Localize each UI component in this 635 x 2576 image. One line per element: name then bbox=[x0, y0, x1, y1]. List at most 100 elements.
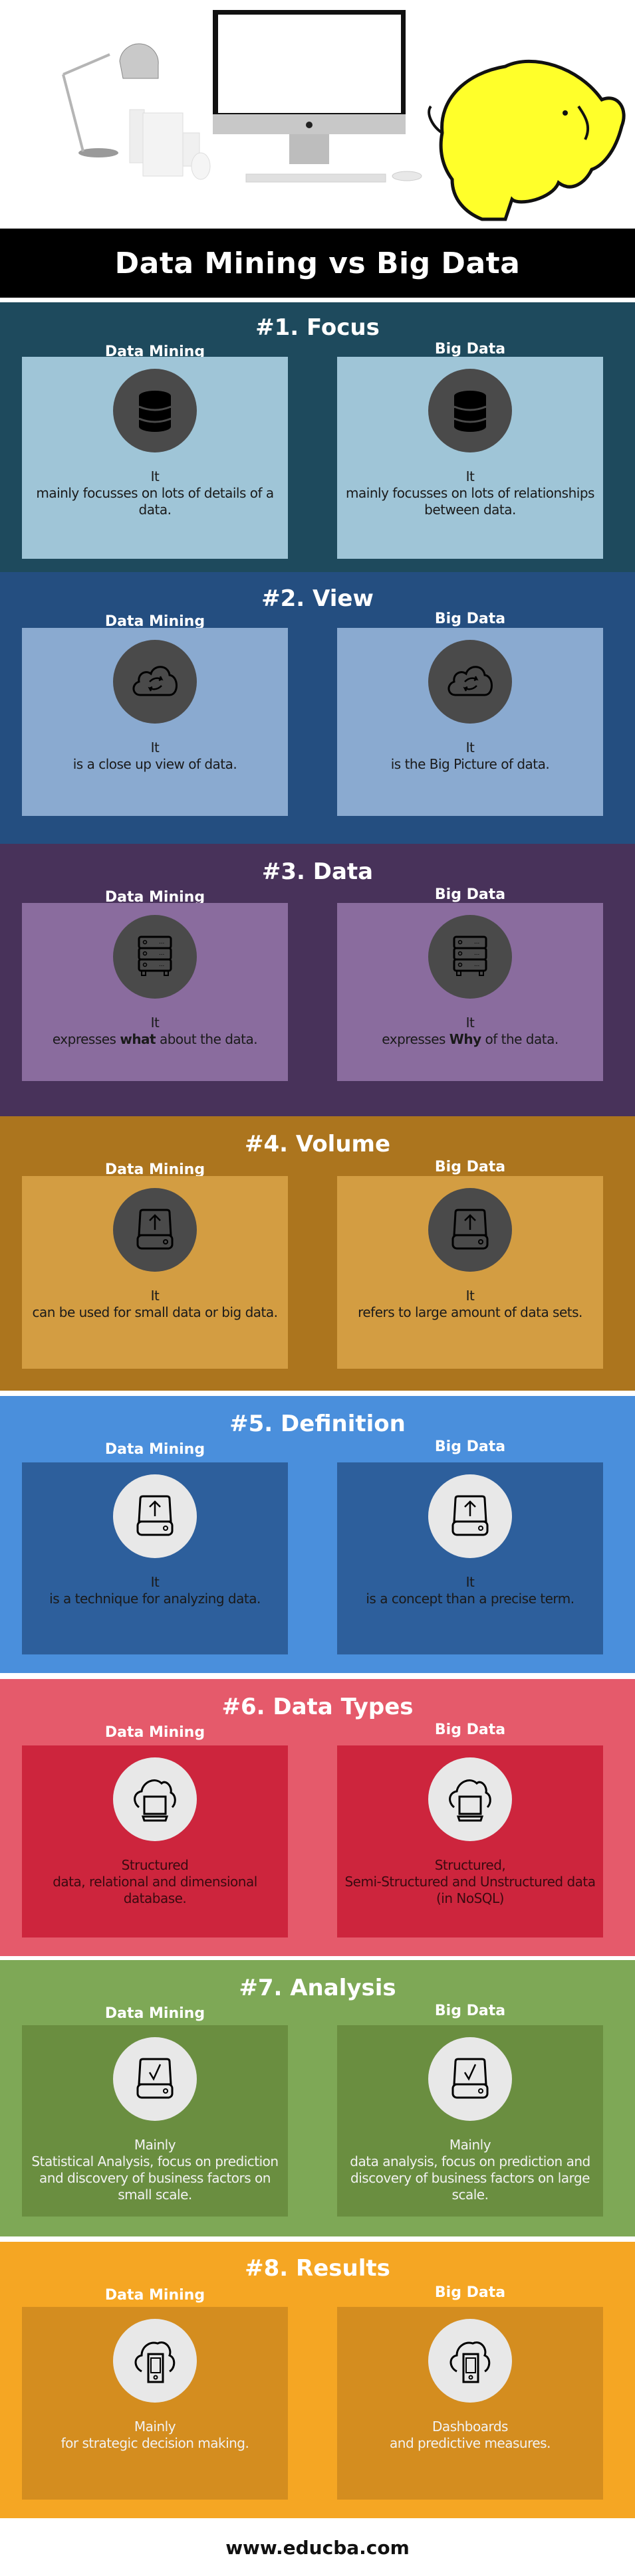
column-heading-big-data: Big Data bbox=[434, 341, 506, 357]
column-heading-data-mining: Data Mining bbox=[104, 1724, 205, 1741]
data-mining-card: Mainly for strategic decision making. bbox=[22, 2307, 288, 2500]
svg-text:...: ... bbox=[159, 938, 164, 945]
column-heading-big-data: Big Data bbox=[434, 1159, 506, 1175]
data-mining-card: It mainly focusses on lots of details of … bbox=[22, 357, 288, 559]
server-icon: ......... bbox=[113, 915, 197, 999]
drive-upload-icon bbox=[428, 1474, 512, 1558]
description-text: refers to large amount of data sets. bbox=[358, 1304, 582, 1320]
description-emphasis: Why bbox=[449, 1031, 481, 1047]
description-text: expresses what about the data. bbox=[29, 1031, 281, 1048]
card-description: It refers to large amount of data sets. bbox=[344, 1288, 596, 1321]
description-text: is a technique for analyzing data. bbox=[49, 1591, 261, 1607]
description-lead: Structured bbox=[121, 1857, 189, 1873]
section-2: #2. View Data Mining It is a close up view … bbox=[0, 572, 635, 844]
section-title: #4. Volume bbox=[244, 1131, 391, 1157]
big-data-card: It refers to large amount of data sets. bbox=[337, 1176, 603, 1369]
data-mining-card: It is a close up view of data. bbox=[22, 628, 288, 816]
database-icon bbox=[428, 369, 512, 452]
card-description: Structured, Semi-Structured and Unstructu… bbox=[344, 1857, 596, 1907]
data-mining-card: ......... It expresses what about the data… bbox=[22, 903, 288, 1081]
section-title: #6. Data Types bbox=[221, 1694, 414, 1720]
column-heading-data-mining: Data Mining bbox=[104, 2005, 205, 2022]
card-description: It is the Big Picture of data. bbox=[344, 740, 596, 773]
big-data-card: It mainly focusses on lots of relationshi… bbox=[337, 357, 603, 559]
description-text: Semi-Structured and Unstructured data (i… bbox=[344, 1874, 596, 1906]
section-title: #2. View bbox=[261, 585, 374, 612]
drive-upload-icon bbox=[428, 1188, 512, 1272]
section-title: #1. Focus bbox=[255, 314, 380, 341]
description-text: mainly focusses on lots of relationships… bbox=[346, 485, 594, 518]
section-3: #3. Data Data Mining......... It expresses … bbox=[0, 844, 635, 1116]
section-7: #7. Analysis Data Mining Mainly Statistical… bbox=[0, 1960, 635, 2236]
section-title: #3. Data bbox=[261, 858, 374, 885]
drive-check-icon bbox=[113, 2037, 197, 2121]
description-text-before: expresses bbox=[52, 1031, 120, 1047]
card-description: Structured data, relational and dimension… bbox=[29, 1857, 281, 1907]
cloud-sync-icon bbox=[113, 640, 197, 724]
big-data-card: Dashboards and predictive measures. bbox=[337, 2307, 603, 2500]
page-title: Data Mining vs Big Data bbox=[114, 246, 521, 280]
column-heading-data-mining: Data Mining bbox=[104, 2287, 205, 2304]
description-text: for strategic decision making. bbox=[61, 2435, 249, 2451]
svg-text:...: ... bbox=[159, 949, 164, 957]
description-lead: Dashboards bbox=[432, 2419, 508, 2434]
description-text: data analysis, focus on prediction and d… bbox=[350, 2153, 590, 2203]
description-text: expresses Why of the data. bbox=[344, 1031, 596, 1048]
title-banner: Data Mining vs Big Data bbox=[0, 229, 635, 298]
monitor-icon bbox=[213, 10, 422, 183]
card-description: It expresses Why of the data. bbox=[344, 1015, 596, 1048]
description-lead: It bbox=[150, 468, 160, 484]
data-mining-card: Structured data, relational and dimension… bbox=[22, 1745, 288, 1937]
description-text: can be used for small data or big data. bbox=[32, 1304, 278, 1320]
data-mining-card: Mainly Statistical Analysis, focus on pre… bbox=[22, 2025, 288, 2217]
description-lead: It bbox=[150, 1288, 160, 1304]
cloud-mobile-icon bbox=[113, 2319, 197, 2403]
big-data-card: Structured, Semi-Structured and Unstructu… bbox=[337, 1745, 603, 1937]
section-5: #5. Definition Data Mining It is a techniqu… bbox=[0, 1396, 635, 1673]
card-description: It is a close up view of data. bbox=[29, 740, 281, 773]
card-description: Mainly data analysis, focus on prediction… bbox=[344, 2137, 596, 2203]
description-lead: It bbox=[465, 1288, 475, 1304]
description-lead: It bbox=[150, 740, 160, 755]
big-data-card: It is the Big Picture of data. bbox=[337, 628, 603, 816]
description-lead: It bbox=[465, 740, 475, 755]
description-lead: Mainly bbox=[449, 2137, 491, 2153]
column-heading-data-mining: Data Mining bbox=[104, 1441, 205, 1458]
description-text: data, relational and dimensional databas… bbox=[53, 1874, 257, 1906]
section-6: #6. Data Types Data Mining Structured data,… bbox=[0, 1679, 635, 1956]
section-title: #8. Results bbox=[245, 2255, 390, 2282]
description-lead: It bbox=[465, 1574, 475, 1590]
description-text: is a close up view of data. bbox=[72, 756, 237, 772]
svg-text:...: ... bbox=[474, 949, 479, 957]
svg-text:...: ... bbox=[159, 961, 164, 968]
card-description: Mainly Statistical Analysis, focus on pre… bbox=[29, 2137, 281, 2203]
description-text-after: about the data. bbox=[156, 1031, 258, 1047]
big-data-card: It is a concept than a precise term. bbox=[337, 1462, 603, 1654]
column-heading-big-data: Big Data bbox=[434, 611, 506, 627]
description-lead: Mainly bbox=[134, 2137, 176, 2153]
column-heading-big-data: Big Data bbox=[434, 2003, 506, 2019]
data-mining-card: It can be used for small data or big data… bbox=[22, 1176, 288, 1369]
section-title: #5. Definition bbox=[229, 1411, 406, 1437]
card-description: Mainly for strategic decision making. bbox=[29, 2419, 281, 2452]
column-heading-big-data: Big Data bbox=[434, 886, 506, 903]
svg-text:...: ... bbox=[474, 938, 479, 945]
section-1: #1. Focus Data Mining It mainly focusses on… bbox=[0, 302, 635, 572]
cloud-computer-icon bbox=[428, 1757, 512, 1841]
description-lead: Mainly bbox=[134, 2419, 176, 2434]
card-description: It is a concept than a precise term. bbox=[344, 1574, 596, 1607]
description-text: mainly focusses on lots of details of a … bbox=[36, 485, 274, 518]
data-mining-card: It is a technique for analyzing data. bbox=[22, 1462, 288, 1654]
card-description: It mainly focusses on lots of details of … bbox=[29, 468, 281, 518]
card-description: It can be used for small data or big data… bbox=[29, 1288, 281, 1321]
description-text: and predictive measures. bbox=[390, 2435, 551, 2451]
section-8: #8. Results Data Mining Mainly for strategi… bbox=[0, 2242, 635, 2518]
cloud-sync-icon bbox=[428, 640, 512, 724]
description-text: is a concept than a precise term. bbox=[366, 1591, 574, 1607]
column-heading-big-data: Big Data bbox=[434, 2284, 506, 2301]
footer-url: www.educba.com bbox=[225, 2537, 410, 2559]
server-icon: ......... bbox=[428, 915, 512, 999]
drive-check-icon bbox=[428, 2037, 512, 2121]
description-emphasis: what bbox=[120, 1031, 156, 1047]
cloud-mobile-icon bbox=[428, 2319, 512, 2403]
